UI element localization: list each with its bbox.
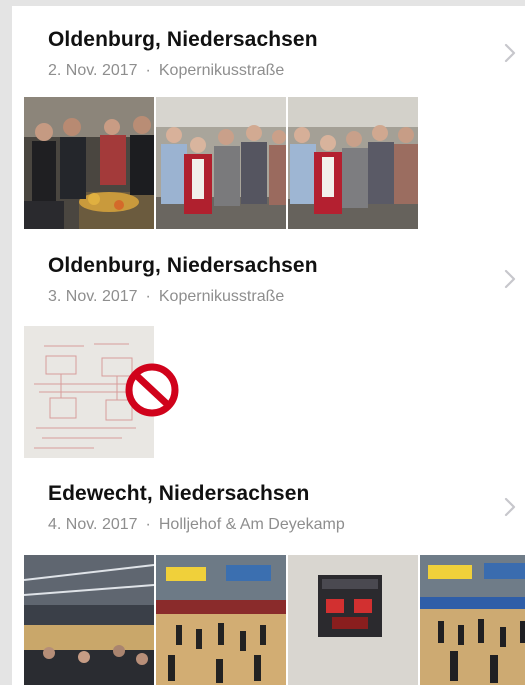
moment-place-title: Oldenburg, Niedersachsen (48, 28, 318, 51)
moment-section: Oldenburg, Niedersachsen 3. Nov. 2017 · Ko… (24, 232, 525, 458)
moment-header[interactable]: Edewecht, Niedersachsen 4. Nov. 2017 · Hol… (24, 460, 525, 550)
moment-location: Kopernikusstraße (158, 288, 285, 305)
sports-hall-players-photo[interactable] (420, 555, 525, 685)
moment-place-title: Oldenburg, Niedersachsen (48, 254, 318, 277)
chevron-right-icon[interactable] (501, 268, 519, 290)
moment-subtitle: 4. Nov. 2017 · Holljehof & Am Deyekamp (48, 516, 345, 534)
chevron-right-icon[interactable] (501, 42, 519, 64)
photo-strip (24, 97, 420, 229)
moment-section: Edewecht, Niedersachsen 4. Nov. 2017 · Hol… (24, 460, 525, 685)
moment-date: 4. Nov. 2017 (48, 516, 138, 533)
moment-header[interactable]: Oldenburg, Niedersachsen 2. Nov. 2017 · Ko… (24, 6, 525, 96)
moment-subtitle: 2. Nov. 2017 · Kopernikusstraße (48, 62, 284, 80)
moment-location: Kopernikusstraße (158, 62, 285, 79)
moment-header[interactable]: Oldenburg, Niedersachsen 3. Nov. 2017 · Ko… (24, 232, 525, 322)
four-people-posing-photo[interactable] (156, 97, 286, 229)
moment-location: Holljehof & Am Deyekamp (158, 516, 345, 533)
moment-place-title: Edewecht, Niedersachsen (48, 482, 310, 505)
photo-strip (24, 555, 525, 685)
moment-date: 2. Nov. 2017 (48, 62, 138, 79)
moment-date: 3. Nov. 2017 (48, 288, 138, 305)
scoreboard-photo[interactable] (288, 555, 418, 685)
separator-dot: · (145, 288, 151, 305)
five-people-posing-photo[interactable] (288, 97, 418, 229)
prohibited-icon (125, 363, 179, 417)
group-at-food-table-photo[interactable] (24, 97, 154, 229)
chevron-right-icon[interactable] (501, 496, 519, 518)
moment-subtitle: 3. Nov. 2017 · Kopernikusstraße (48, 288, 284, 306)
sports-hall-crowd-photo[interactable] (24, 555, 154, 685)
moment-section: Oldenburg, Niedersachsen 2. Nov. 2017 · Ko… (24, 6, 525, 229)
photo-strip (24, 326, 179, 458)
separator-dot: · (145, 516, 151, 533)
separator-dot: · (145, 62, 151, 79)
moments-list: Oldenburg, Niedersachsen 2. Nov. 2017 · Ko… (0, 0, 525, 685)
sports-hall-court-photo[interactable] (156, 555, 286, 685)
